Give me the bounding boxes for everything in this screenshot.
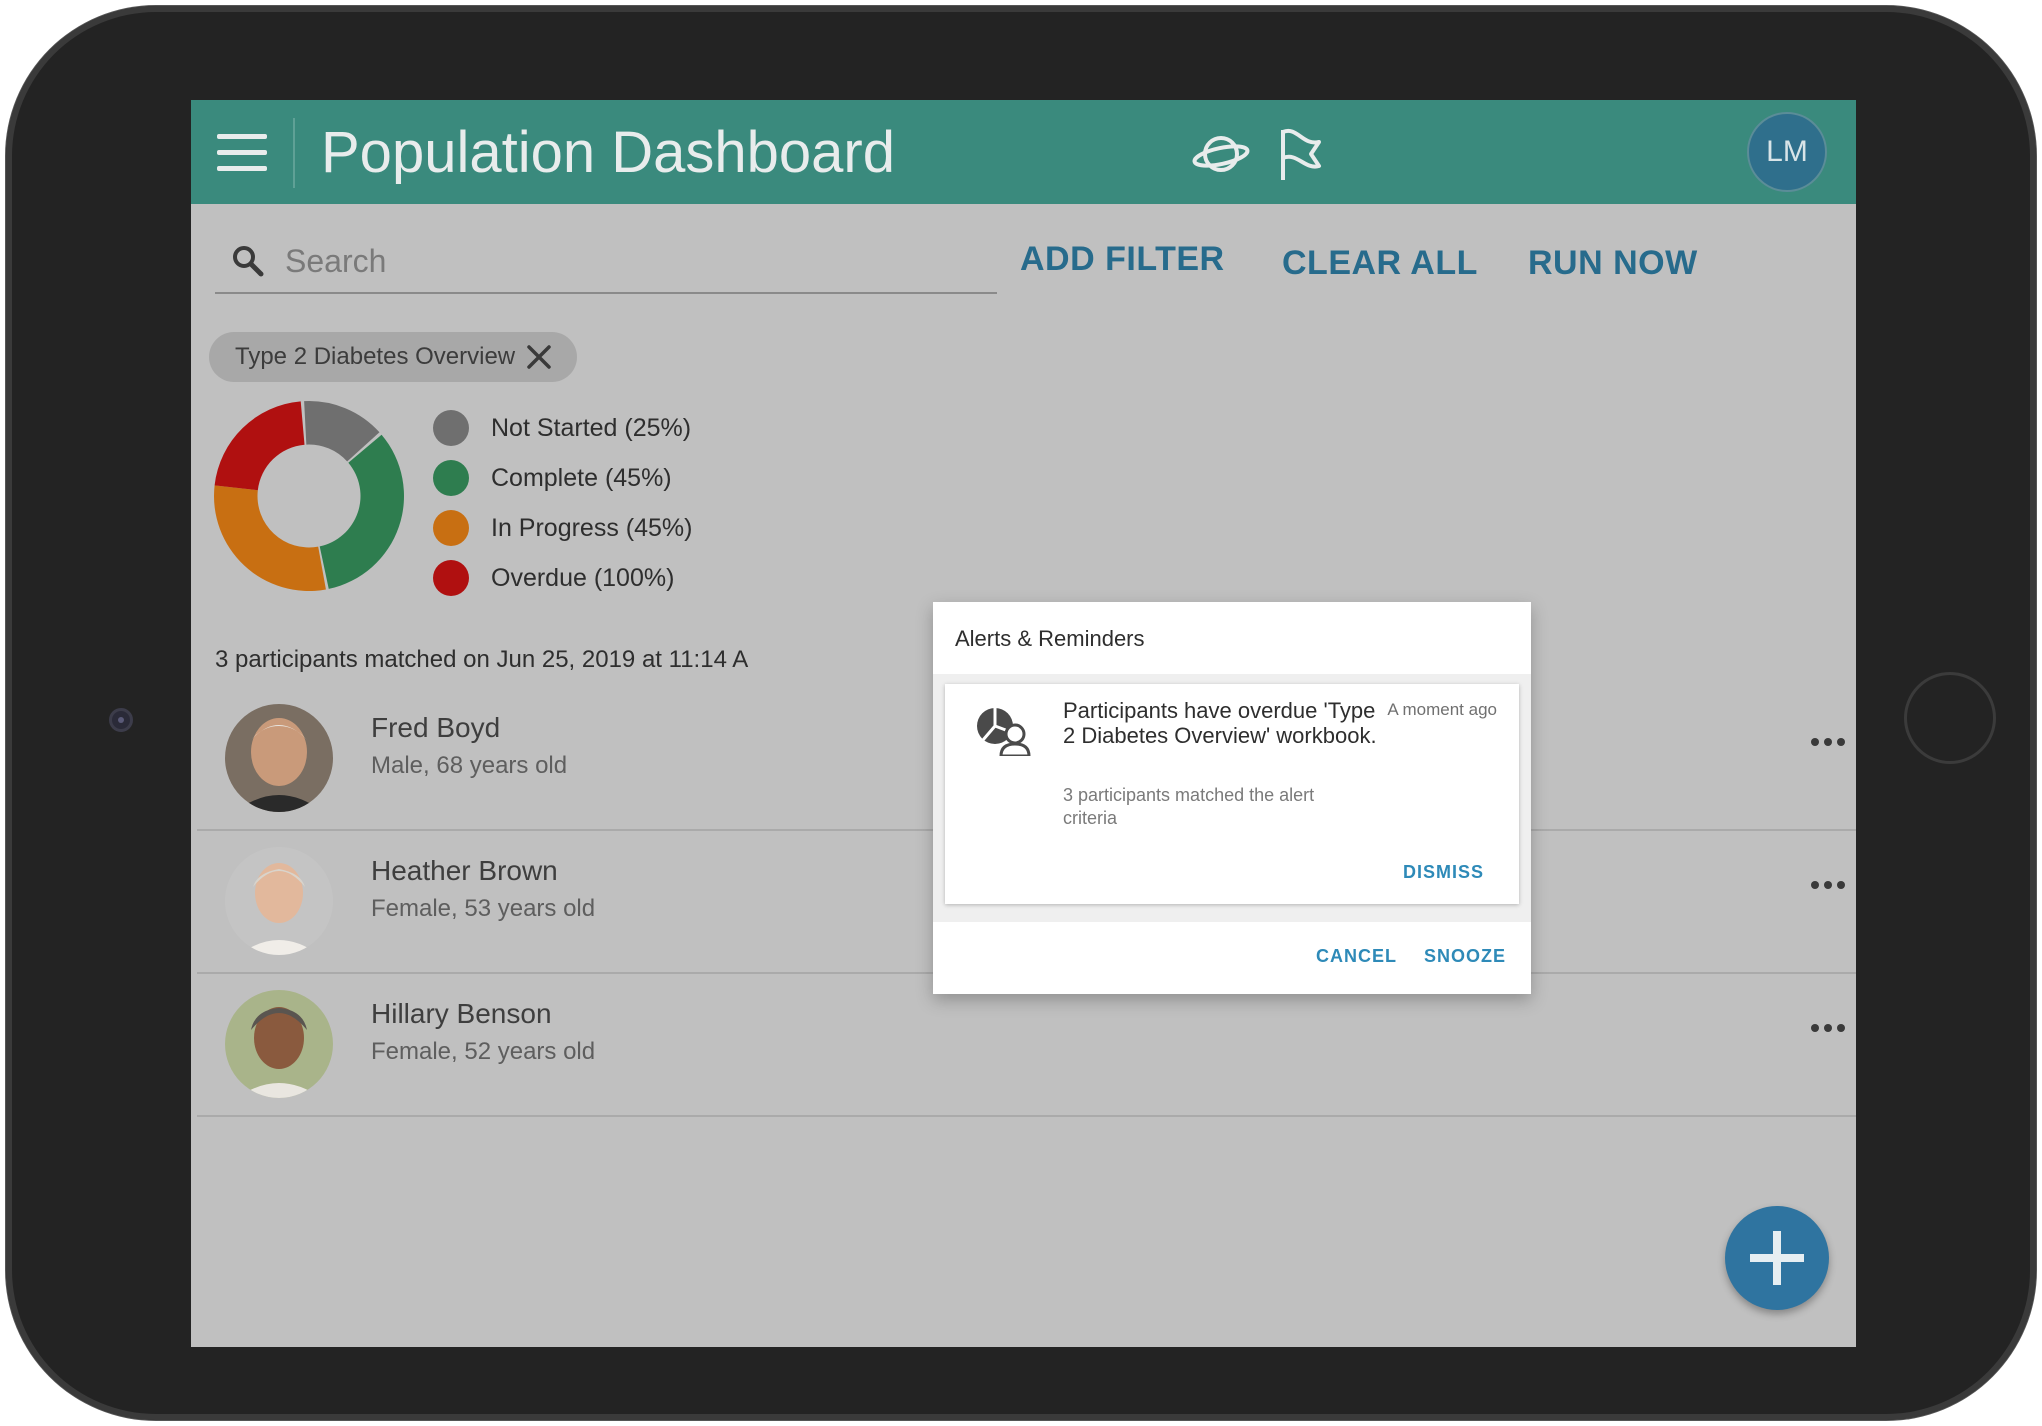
home-button[interactable] — [1904, 672, 1996, 764]
legend-dot — [433, 560, 469, 596]
page-title: Population Dashboard — [321, 120, 895, 185]
app-bar-divider — [293, 118, 295, 188]
flag-icon[interactable] — [1273, 124, 1333, 184]
dialog-content: Participants have overdue 'Type 2 Diabet… — [933, 674, 1531, 922]
legend-label: Complete (45%) — [491, 464, 672, 492]
participant-name: Fred Boyd — [371, 712, 501, 743]
search-input[interactable] — [283, 238, 977, 284]
participant-avatar — [225, 990, 333, 1098]
filter-chip-label: Type 2 Diabetes Overview — [235, 343, 516, 370]
run-now-button[interactable]: RUN NOW — [1528, 244, 1698, 283]
participant-details: Female, 53 years old — [371, 895, 596, 922]
matched-summary: 3 participants matched on Jun 25, 2019 a… — [215, 646, 749, 673]
user-avatar[interactable]: LM — [1747, 112, 1827, 192]
donut-segment-complete — [319, 434, 404, 589]
cancel-button[interactable]: CANCEL — [1316, 946, 1397, 967]
participant-name: Hillary Benson — [371, 998, 552, 1029]
participant-row[interactable]: Hillary Benson Female, 52 years old — [197, 974, 1856, 1117]
workbook-alert-icon — [977, 708, 1031, 756]
participant-details: Female, 52 years old — [371, 1038, 596, 1065]
filter-chip[interactable]: Type 2 Diabetes Overview — [209, 332, 577, 382]
status-donut-chart — [214, 401, 404, 592]
legend-label: In Progress (45%) — [491, 514, 693, 542]
tablet-frame: Population Dashboard LM ADD FILTER CLEAR… — [6, 6, 2036, 1420]
add-fab-button[interactable] — [1725, 1206, 1829, 1310]
hamburger-menu-icon[interactable] — [217, 134, 267, 172]
legend-dot — [433, 510, 469, 546]
alert-card: Participants have overdue 'Type 2 Diabet… — [945, 684, 1519, 904]
legend-label: Not Started (25%) — [491, 414, 692, 442]
dialog-title: Alerts & Reminders — [955, 626, 1145, 651]
clear-all-button[interactable]: CLEAR ALL — [1282, 244, 1478, 283]
donut-segment-overdue — [214, 401, 305, 491]
more-options-icon[interactable] — [1811, 875, 1847, 895]
more-options-icon[interactable] — [1811, 732, 1847, 752]
participant-avatar — [225, 704, 333, 812]
close-icon[interactable] — [525, 343, 553, 371]
snooze-button[interactable]: SNOOZE — [1424, 946, 1506, 967]
planet-icon[interactable] — [1191, 124, 1251, 184]
camera — [109, 708, 133, 732]
alerts-dialog: Alerts & Reminders Participants have ove… — [933, 602, 1531, 994]
app-bar: Population Dashboard LM — [191, 100, 1856, 204]
participant-name: Heather Brown — [371, 855, 558, 886]
participant-avatar — [225, 847, 333, 955]
donut-segment-in-progress — [214, 485, 326, 592]
legend-dot — [433, 460, 469, 496]
legend-dot — [433, 410, 469, 446]
search-icon — [233, 246, 264, 277]
legend-label: Overdue (100%) — [491, 564, 675, 592]
more-options-icon[interactable] — [1811, 1018, 1847, 1038]
search-bar — [215, 230, 997, 294]
app-screen: Population Dashboard LM ADD FILTER CLEAR… — [191, 100, 1856, 1347]
dismiss-button[interactable]: DISMISS — [1403, 862, 1484, 883]
alert-timestamp: A moment ago — [1387, 700, 1497, 719]
alert-title: Participants have overdue 'Type 2 Diabet… — [1063, 698, 1377, 748]
participant-details: Male, 68 years old — [371, 752, 568, 779]
alert-body: 3 participants matched the alert criteri… — [1063, 785, 1315, 828]
add-filter-button[interactable]: ADD FILTER — [1020, 240, 1225, 279]
